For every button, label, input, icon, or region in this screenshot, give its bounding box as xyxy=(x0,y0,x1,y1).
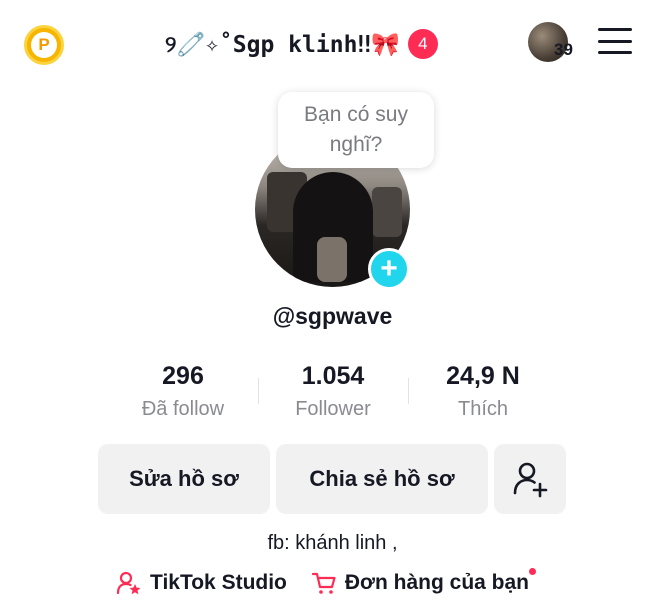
menu-icon[interactable] xyxy=(598,28,632,54)
profile-links: TikTok Studio Đơn hàng của bạn xyxy=(116,568,536,596)
stat-likes-value: 24,9 N xyxy=(446,362,520,390)
share-profile-button[interactable]: Chia sẻ hồ sơ xyxy=(276,444,488,514)
edit-profile-button[interactable]: Sửa hồ sơ xyxy=(98,444,270,514)
stat-following-label: Đã follow xyxy=(141,398,225,420)
stat-likes-label: Thích xyxy=(457,398,509,420)
stat-following-value: 296 xyxy=(162,362,204,390)
stat-followers[interactable]: 1.054 Follower xyxy=(258,360,408,421)
stat-followers-value: 1.054 xyxy=(301,362,365,390)
add-user-icon xyxy=(513,462,548,498)
coin-letter: P xyxy=(31,32,57,58)
stat-following[interactable]: 296 Đã follow xyxy=(108,360,258,421)
username: @sgpwave xyxy=(272,303,393,329)
tiktok-studio-link[interactable]: TikTok Studio xyxy=(116,570,287,596)
notification-badge: 4 xyxy=(407,29,438,59)
profile-display-name: ୨🧷✧˚Sgp klinh‼🎀 xyxy=(165,31,400,58)
orders-notification-dot xyxy=(529,568,536,575)
stat-likes[interactable]: 24,9 N Thích xyxy=(408,360,558,421)
profile-title-bar[interactable]: ୨🧷✧˚Sgp klinh‼🎀 4 xyxy=(165,24,438,64)
profile-bio: fb: khánh linh , xyxy=(267,532,398,554)
tiktok-studio-label: TikTok Studio xyxy=(150,571,287,594)
stat-followers-label: Follower xyxy=(295,398,371,420)
orders-link[interactable]: Đơn hàng của bạn xyxy=(311,568,536,596)
thought-bubble[interactable]: Bạn có suy nghĩ? xyxy=(278,92,434,168)
cart-icon xyxy=(311,572,336,594)
creator-icon xyxy=(116,571,141,595)
orders-label: Đơn hàng của bạn xyxy=(344,571,529,594)
add-friend-button[interactable] xyxy=(494,444,566,514)
add-story-button[interactable]: + xyxy=(368,248,410,290)
stat-divider xyxy=(258,378,259,404)
friends-count: 39 xyxy=(554,40,573,59)
stats-row: 296 Đã follow 1.054 Follower 24,9 N Thíc… xyxy=(108,360,558,421)
coin-icon[interactable]: P xyxy=(24,25,64,65)
stat-divider xyxy=(408,378,409,404)
